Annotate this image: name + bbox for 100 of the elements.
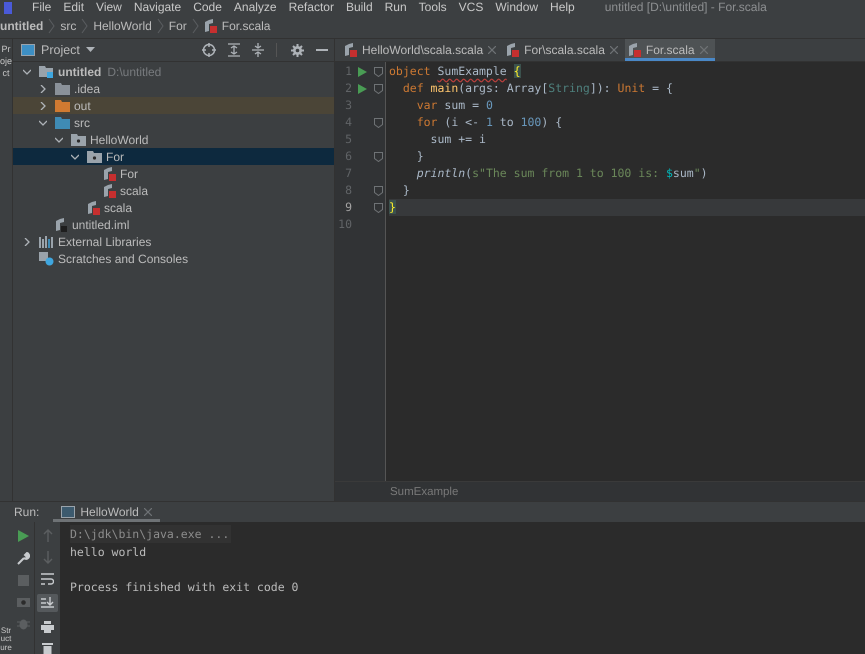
tree-row[interactable]: External Libraries (13, 233, 334, 250)
tree-item-label: Scratches and Consoles (58, 252, 188, 266)
fold-marker-icon[interactable] (374, 118, 383, 128)
code-breadcrumb[interactable]: SumExample (390, 486, 458, 498)
close-icon[interactable] (144, 508, 152, 516)
editor-tab[interactable]: For\scala.scala (503, 39, 625, 61)
scala-file-icon (344, 43, 357, 57)
menu-item[interactable]: Run (384, 0, 407, 14)
chevron-down-icon[interactable] (71, 152, 79, 160)
tree-item-label: out (74, 98, 91, 112)
console-line: hello world (70, 544, 148, 561)
menu-item[interactable]: Analyze (234, 0, 277, 14)
tree-item-label: scala (120, 184, 148, 198)
menu-item[interactable]: Navigate (134, 0, 182, 14)
menu-item[interactable]: View (96, 0, 122, 14)
menu-item[interactable]: Refactor (288, 0, 334, 14)
chevron-icon (48, 18, 56, 34)
close-icon[interactable] (610, 46, 618, 54)
tree-item-label: untitled (58, 64, 102, 78)
expand-all-icon[interactable] (228, 43, 240, 57)
menu-item[interactable]: VCS (458, 0, 484, 14)
target-icon[interactable] (202, 43, 216, 57)
print-icon[interactable] (41, 621, 54, 633)
tree-row[interactable]: HelloWorld (13, 131, 334, 148)
tree-row[interactable]: .idea (13, 80, 334, 97)
code-line: var sum = 0 (416, 97, 494, 114)
folder-icon (55, 82, 70, 94)
breadcrumb-item[interactable]: src (60, 19, 76, 33)
menu-item[interactable]: Tools (418, 0, 447, 14)
chevron-down-icon[interactable] (55, 136, 63, 144)
tree-row[interactable]: untitled D:\untitled (13, 63, 334, 80)
close-icon[interactable] (488, 46, 496, 54)
chevron-right-icon[interactable] (39, 84, 47, 92)
menu-item[interactable]: Help (550, 0, 575, 14)
structure-tool-tab[interactable]: Structure (0, 626, 12, 652)
wrench-icon[interactable] (16, 552, 30, 565)
camera-icon[interactable] (16, 596, 30, 607)
project-tool-tab[interactable]: Project (0, 43, 12, 79)
fold-marker-icon[interactable] (374, 202, 383, 212)
menu-item[interactable]: Build (346, 0, 373, 14)
scala-file-icon (506, 43, 520, 57)
tree-item-label: scala (104, 200, 132, 214)
fold-marker-icon[interactable] (374, 84, 383, 94)
breadcrumb-item[interactable]: For (168, 19, 187, 33)
settings-icon[interactable] (291, 44, 304, 56)
tree-row[interactable]: scala (13, 199, 334, 216)
code-line: object SumExample { (389, 63, 522, 80)
code-line: println(s"The sum from 1 to 100 is: $sum") (416, 165, 709, 182)
run-icon[interactable] (18, 530, 28, 542)
fold-marker-icon[interactable] (374, 66, 383, 76)
chevron-right-icon[interactable] (39, 102, 47, 110)
run-icon[interactable] (358, 66, 366, 76)
trash-icon[interactable] (42, 642, 53, 654)
window-icon (21, 44, 35, 56)
chevron-right-icon[interactable] (23, 238, 31, 246)
editor-tab[interactable]: HelloWorld\scala.scala (341, 39, 504, 61)
tree-item-label: For (120, 166, 138, 180)
tree-item-label: External Libraries (58, 234, 152, 248)
chevron-down-icon[interactable] (39, 118, 47, 126)
console-icon (61, 506, 76, 518)
tree-row[interactable]: Scratches and Consoles (13, 250, 334, 267)
scala-file-icon (103, 184, 116, 198)
tree-row[interactable]: For (13, 165, 334, 182)
menu-item[interactable]: Code (193, 0, 222, 14)
editor-tab[interactable]: For.scala (624, 39, 715, 61)
menu-item[interactable]: File (32, 0, 52, 14)
libraries-icon (39, 236, 54, 248)
fold-marker-icon[interactable] (374, 186, 383, 196)
breadcrumb-item[interactable]: For.scala (222, 19, 270, 33)
menu-item[interactable]: Edit (63, 0, 84, 14)
tree-row[interactable]: scala (13, 182, 334, 199)
scala-file-icon (103, 166, 116, 180)
tree-row[interactable]: src (13, 114, 334, 131)
breadcrumb-item[interactable]: HelloWorld (93, 19, 152, 33)
soft-wrap-icon[interactable] (41, 573, 54, 585)
panel-title[interactable]: Project (41, 43, 80, 57)
console-line: Process finished with exit code 0 (70, 579, 300, 596)
scroll-to-end-button[interactable] (37, 594, 58, 612)
fold-marker-icon[interactable] (374, 152, 383, 162)
tree-item-label: src (74, 116, 90, 130)
collapse-all-icon[interactable] (252, 43, 264, 57)
chevron-icon (81, 18, 88, 34)
chevron-down-icon[interactable] (23, 68, 31, 76)
project-folder-icon (39, 65, 54, 78)
chevron-icon (192, 18, 199, 34)
scala-file-icon (628, 43, 641, 57)
scala-file-icon (204, 19, 217, 33)
code-line: } (402, 182, 411, 199)
path-hint: D:\untitled (107, 64, 162, 78)
tree-row[interactable]: out (13, 97, 334, 114)
tree-item-label: untitled.iml (72, 218, 130, 232)
tree-row[interactable]: For (13, 148, 334, 165)
dropdown-icon[interactable] (86, 47, 95, 53)
menu-item[interactable]: Window (495, 0, 538, 14)
chevron-icon (156, 18, 164, 34)
tree-row[interactable]: untitled.iml (13, 216, 334, 233)
code-line: for (i <- 1 to 100) { (416, 114, 564, 131)
breadcrumb-item[interactable]: untitled (0, 19, 44, 33)
run-icon[interactable] (358, 84, 366, 94)
tree-item-label: For (106, 150, 124, 164)
